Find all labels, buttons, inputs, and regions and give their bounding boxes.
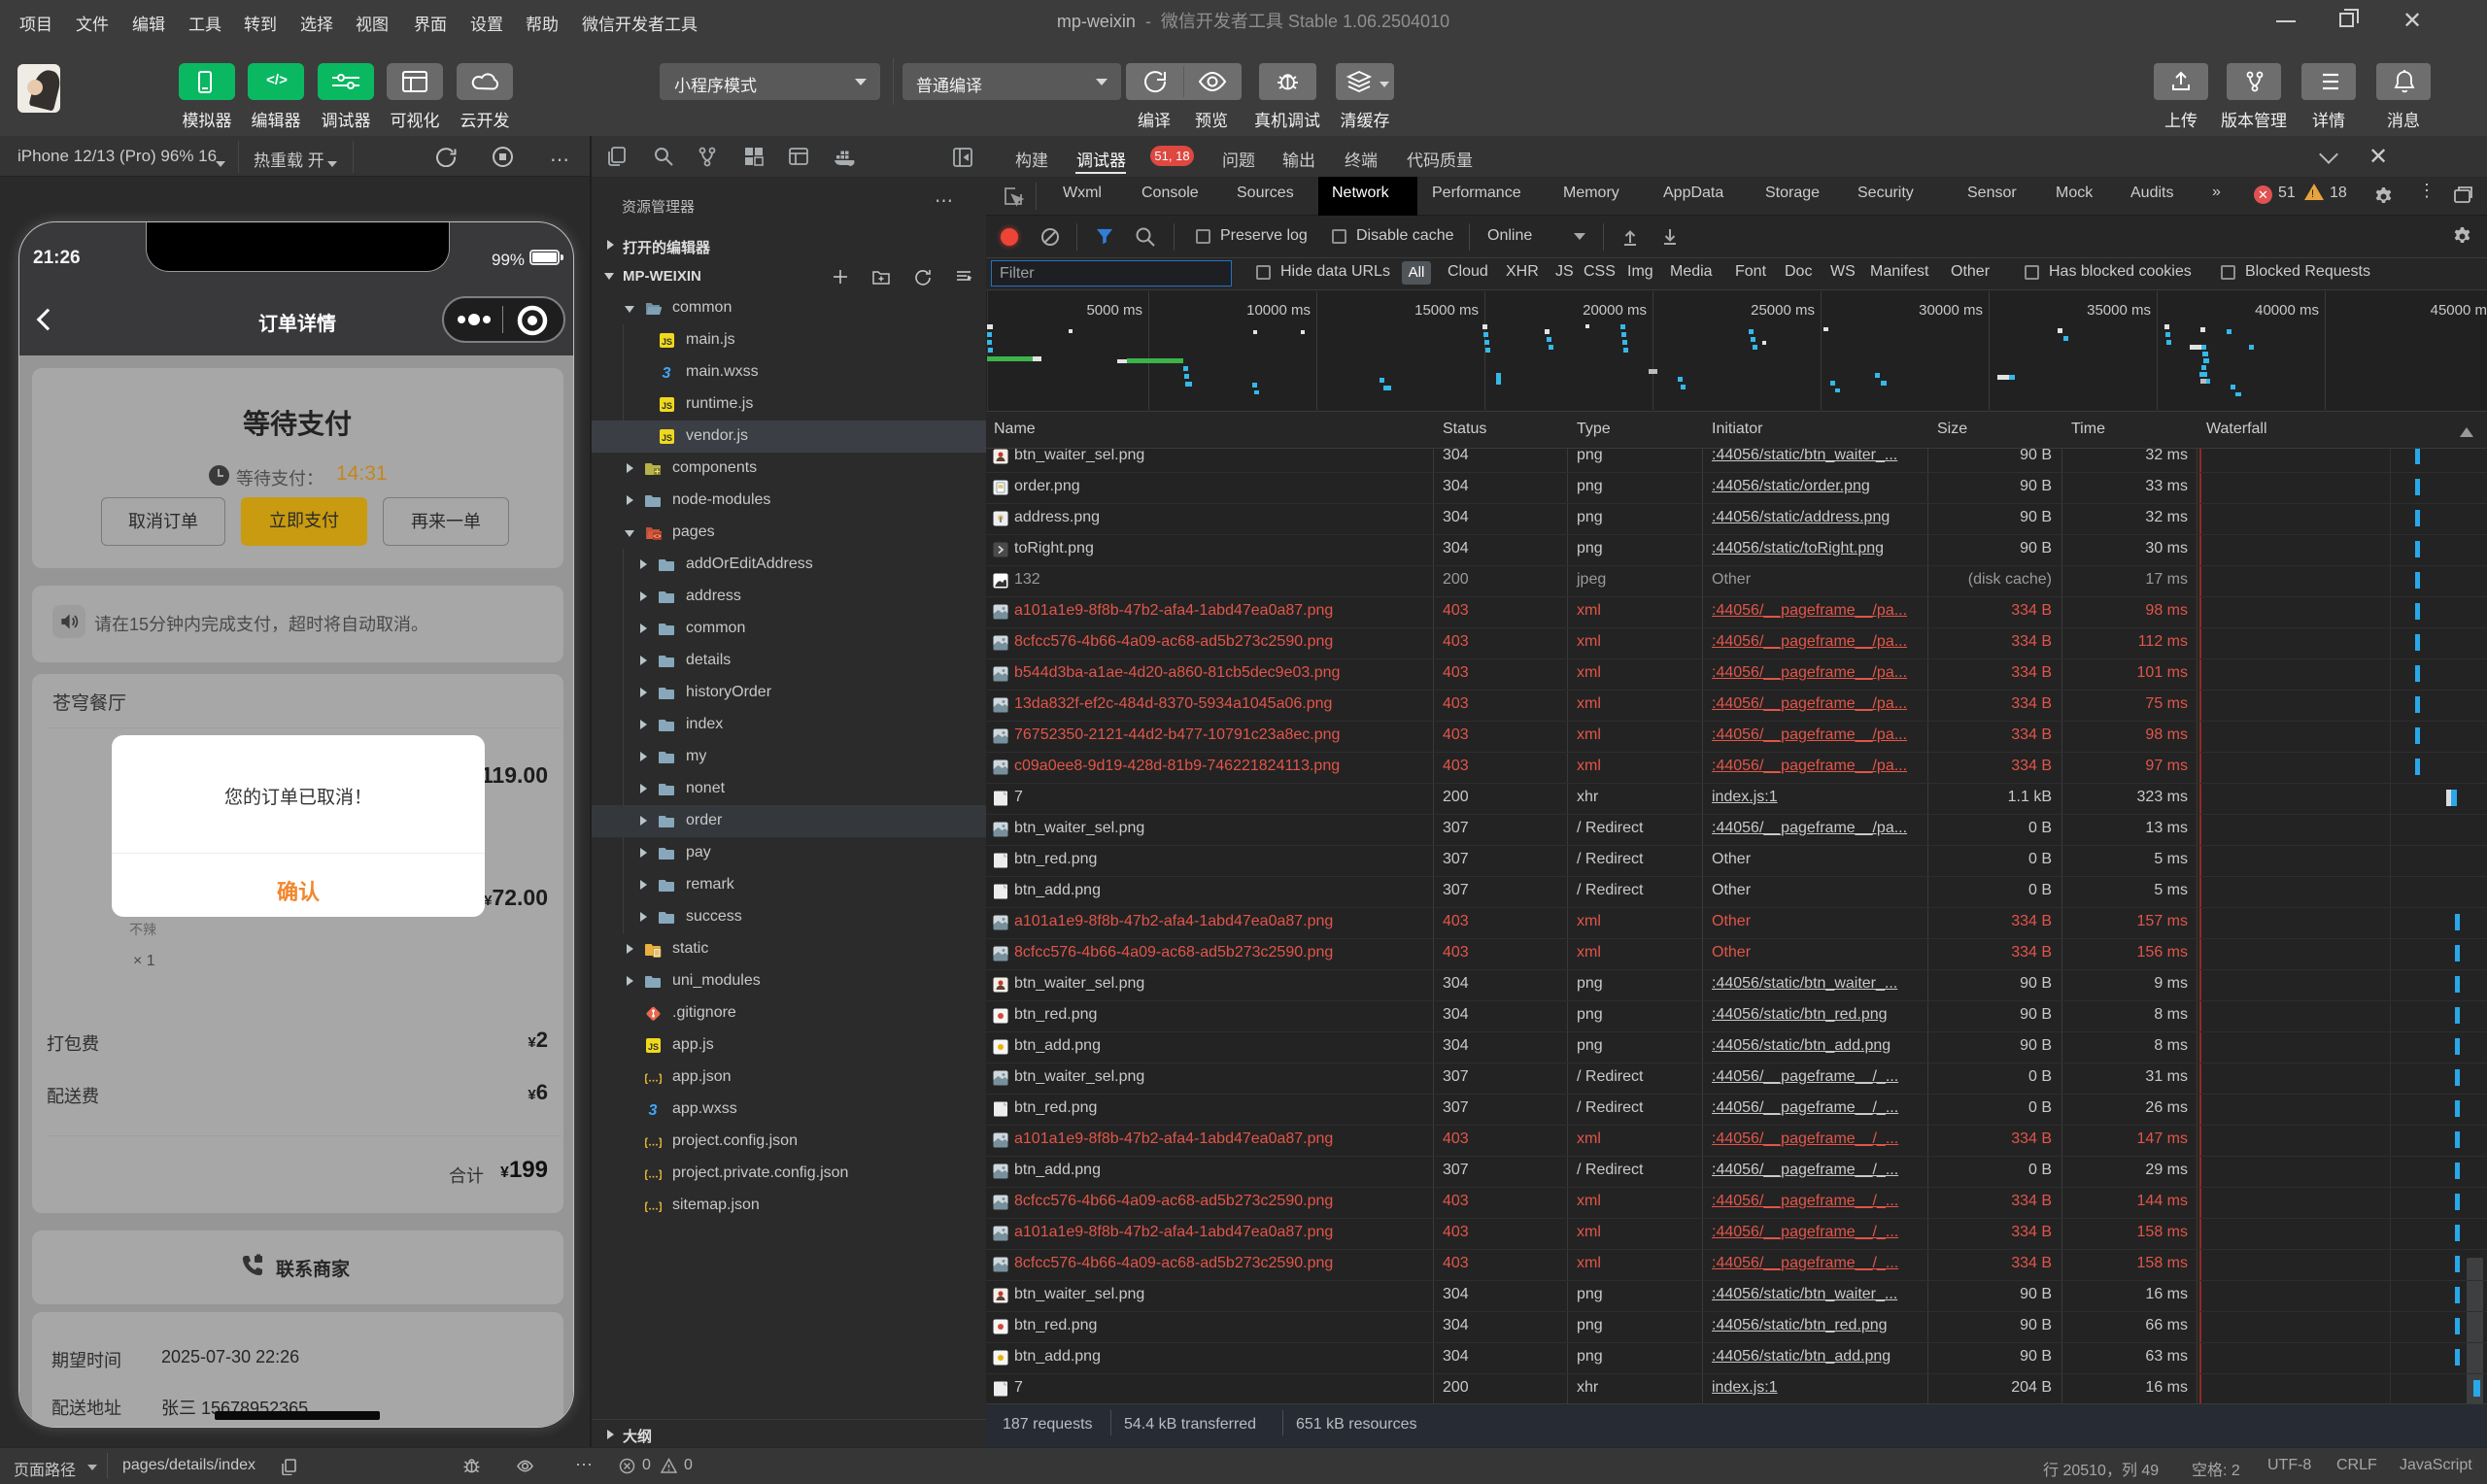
svg-text:{…}: {…} <box>645 1201 662 1213</box>
svg-text:3: 3 <box>649 1102 658 1118</box>
svg-text:<>: <> <box>653 534 661 541</box>
svg-text:3: 3 <box>663 365 671 381</box>
svg-text:JS: JS <box>662 433 672 443</box>
svg-text:JS: JS <box>662 337 672 347</box>
svg-text:JS: JS <box>648 1042 659 1052</box>
svg-text:{…}: {…} <box>645 1137 662 1149</box>
svg-text:JS: JS <box>662 401 672 411</box>
svg-text:{…}: {…} <box>645 1073 662 1085</box>
svg-text:{…}: {…} <box>645 1169 662 1181</box>
